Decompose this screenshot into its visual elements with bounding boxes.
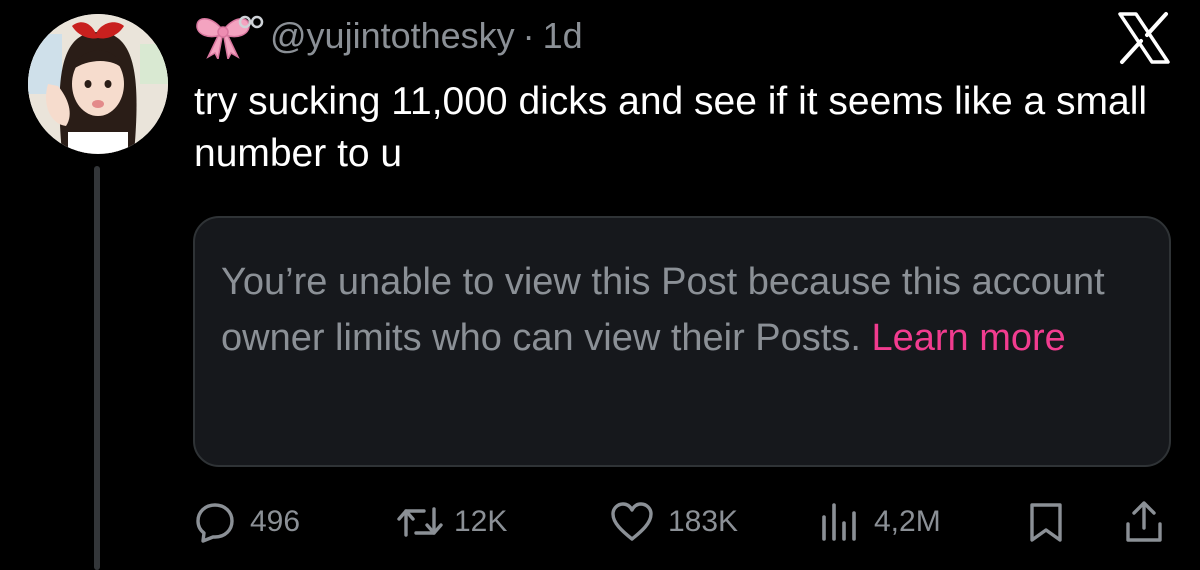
share-icon	[1126, 501, 1162, 542]
repost-count: 12K	[454, 505, 508, 538]
reply-button[interactable]: 496	[194, 494, 300, 550]
avatar[interactable]	[28, 14, 168, 154]
post-time[interactable]: 1d	[543, 15, 583, 57]
unavailable-message: You’re unable to view this Post because …	[221, 254, 1121, 366]
views-count: 4,2M	[874, 505, 941, 538]
avatar-image	[28, 14, 168, 154]
unavailable-post-card[interactable]: You’re unable to view this Post because …	[193, 216, 1171, 467]
like-button[interactable]: 183K	[610, 494, 738, 550]
post-text: try sucking 11,000 dicks and see if it s…	[194, 80, 1148, 175]
repost-button[interactable]: 12K	[396, 494, 507, 550]
time-separator: ·	[522, 15, 535, 56]
views-chart-icon	[822, 503, 856, 541]
action-bar: 496 12K 183K 4,2M	[0, 494, 1200, 550]
reply-count: 496	[250, 505, 301, 538]
author-handle[interactable]: @yujintothesky	[270, 15, 515, 57]
verified-link-icon	[238, 15, 264, 29]
heart-icon	[611, 502, 653, 541]
bookmark-button[interactable]	[1028, 494, 1064, 550]
learn-more-link[interactable]: Learn more	[871, 317, 1065, 359]
post-header: @yujintothesky · 1d	[194, 12, 583, 62]
x-logo-icon[interactable]	[1116, 10, 1172, 66]
bookmark-icon	[1030, 503, 1062, 542]
share-button[interactable]	[1124, 494, 1164, 550]
views-button[interactable]: 4,2M	[818, 494, 941, 550]
like-count: 183K	[668, 505, 739, 538]
reply-bubble-icon	[196, 503, 234, 543]
repost-icon	[397, 507, 443, 537]
